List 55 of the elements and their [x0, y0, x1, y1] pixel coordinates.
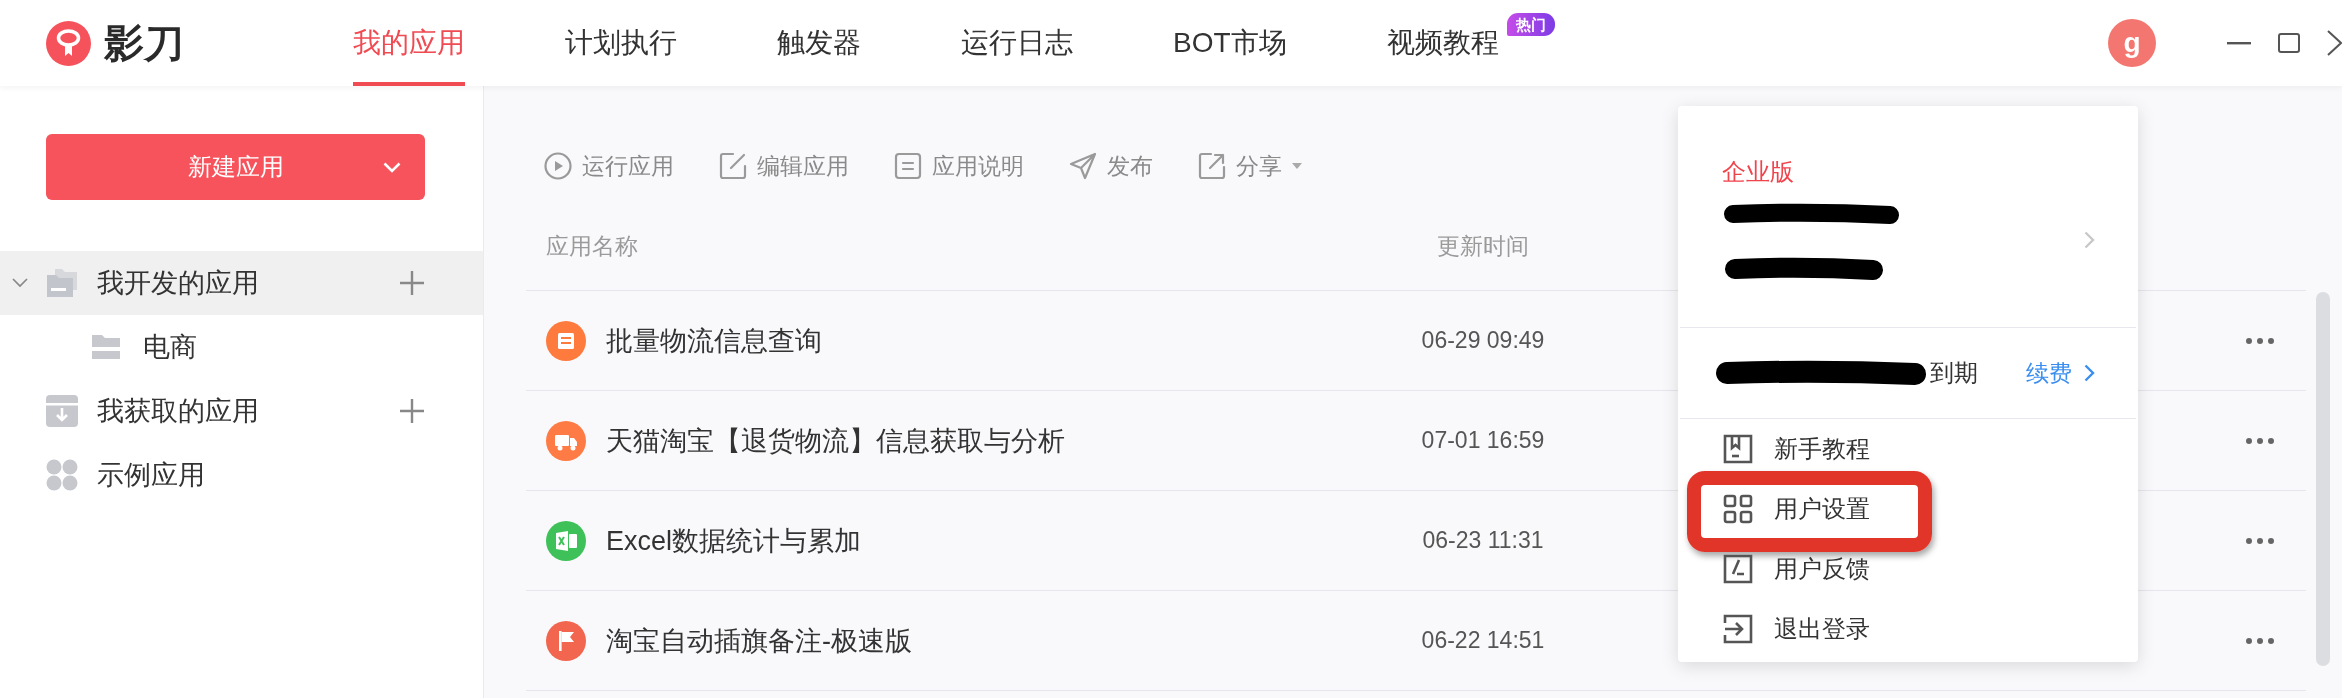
chevron-right-icon [2084, 364, 2095, 382]
expiry-label: 到期 [1930, 358, 1978, 388]
folder-icon [46, 268, 78, 298]
tree-item[interactable]: 我开发的应用 [0, 251, 483, 315]
nav-tab[interactable]: 计划执行 [565, 0, 677, 86]
nav-tab[interactable]: 我的应用 [353, 0, 465, 86]
document-icon [894, 152, 922, 180]
app-title: 淘宝自动插旗备注-极速版 [606, 624, 912, 658]
edition-label: 企业版 [1722, 158, 1794, 186]
column-header: 更新时间 [1437, 232, 1529, 261]
more-icon[interactable] [2246, 637, 2274, 644]
plus-icon[interactable] [400, 399, 424, 423]
hot-badge: 热门 [1506, 13, 1555, 36]
download-box-icon [46, 395, 78, 427]
nav-tab[interactable]: 运行日志 [961, 0, 1073, 86]
minimize-icon[interactable] [2227, 41, 2251, 45]
share-icon [1198, 152, 1226, 180]
update-time: 06-29 09:49 [1421, 327, 1545, 354]
menu-item[interactable]: 新手教程 [1678, 419, 2138, 479]
more-icon[interactable] [2246, 337, 2274, 344]
nav-tab[interactable]: 视频教程 [1386, 0, 1499, 86]
tree-item[interactable]: 我获取的应用 [0, 379, 483, 443]
document-pen-icon [1723, 554, 1753, 584]
update-time: 06-23 11:31 [1422, 527, 1544, 554]
nav-tab[interactable]: BOT市场 [1173, 0, 1287, 86]
four-dots-icon [46, 459, 78, 491]
tree-item[interactable]: 电商 [0, 315, 483, 379]
menu-item[interactable]: 用户反馈 [1678, 539, 2138, 599]
play-icon [544, 152, 572, 180]
app-name: 影刀 [104, 19, 184, 67]
folder-icon [91, 334, 121, 360]
send-icon [1069, 152, 1097, 180]
logo-icon [46, 20, 91, 66]
menu-item[interactable]: 用户设置 [1678, 479, 2138, 539]
plus-icon[interactable] [400, 271, 424, 295]
grid-icon [1723, 494, 1753, 524]
tree-item[interactable]: 示例应用 [0, 443, 483, 507]
chevron-down-icon [383, 161, 401, 173]
chevron-right-icon [2084, 231, 2095, 249]
maximize-icon[interactable] [2278, 33, 2300, 53]
close-icon[interactable] [2327, 30, 2342, 56]
update-time: 07-01 16:59 [1421, 427, 1545, 454]
edit-icon [719, 152, 747, 180]
update-time: 06-22 14:51 [1421, 627, 1545, 654]
app-title: Excel数据统计与累加 [606, 524, 862, 558]
menu-item[interactable]: 退出登录 [1678, 599, 2138, 659]
app-title: 天猫淘宝【退货物流】信息获取与分析 [606, 424, 1065, 458]
nav-tab[interactable]: 触发器 [777, 0, 861, 86]
bookmark-box-icon [1723, 434, 1753, 464]
more-icon[interactable] [2246, 537, 2274, 544]
app-title: 批量物流信息查询 [606, 324, 822, 358]
more-icon[interactable] [2246, 437, 2274, 444]
scrollbar-thumb[interactable] [2316, 292, 2330, 666]
logout-icon [1723, 614, 1753, 644]
column-header: 应用名称 [546, 232, 638, 261]
